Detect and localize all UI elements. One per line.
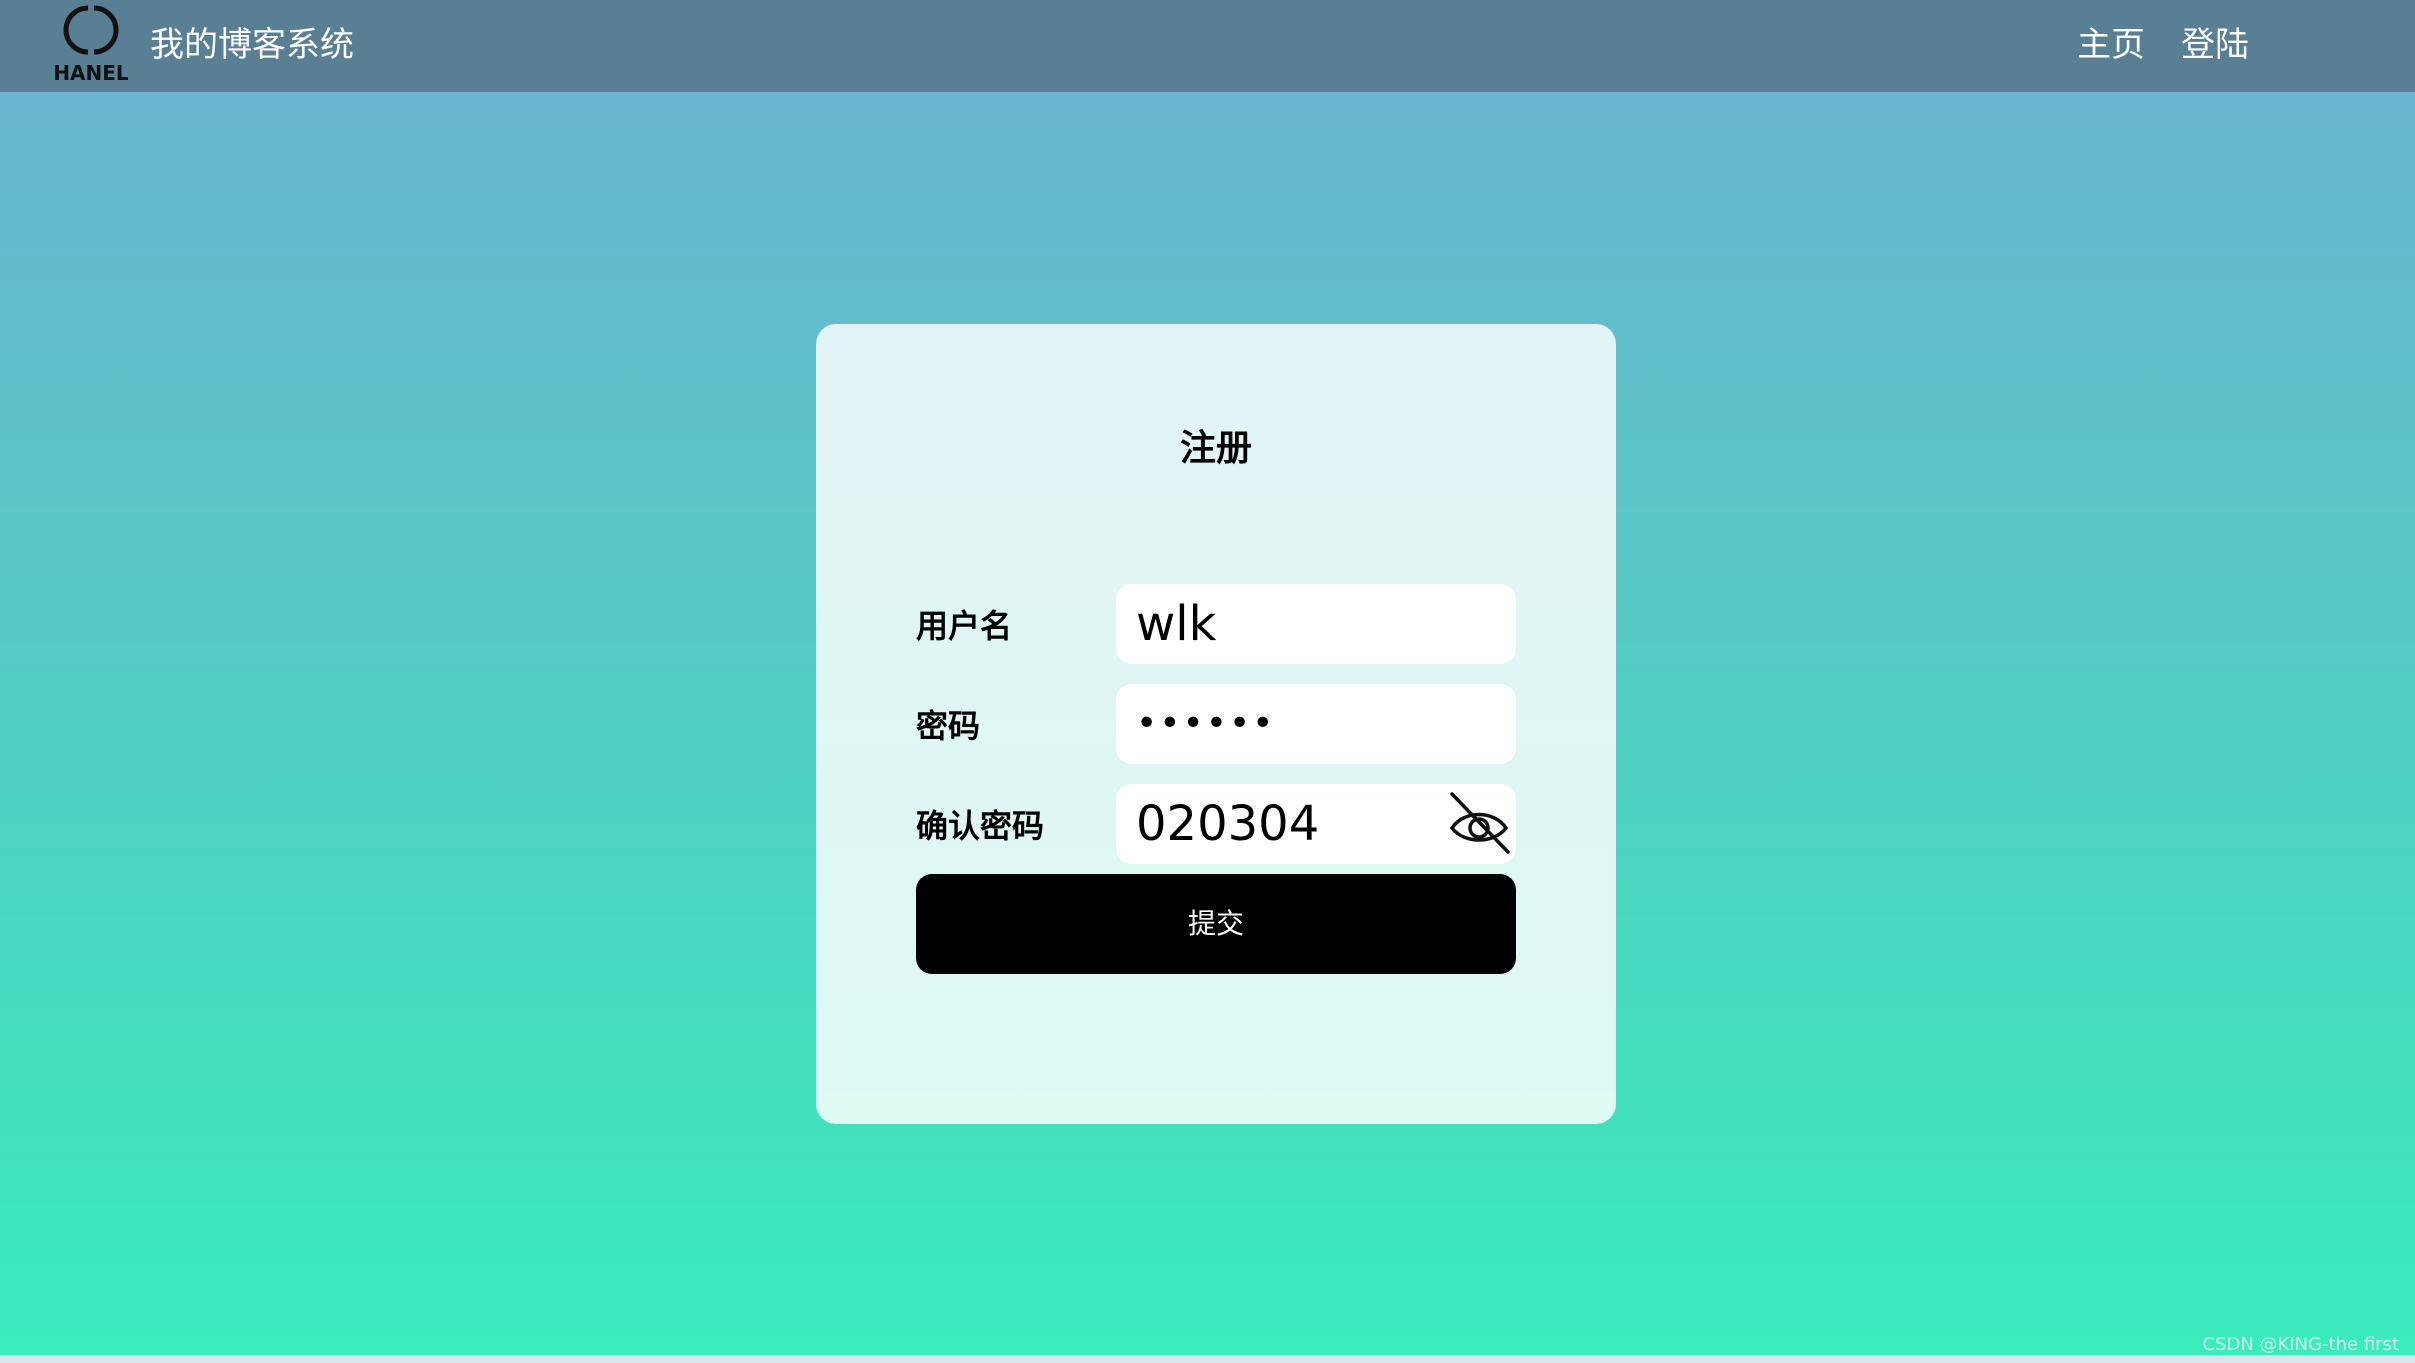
submit-button[interactable]: 提交 [916, 874, 1516, 974]
chanel-logo-icon[interactable]: HANEL [54, 2, 128, 84]
password-label: 密码 [916, 707, 981, 745]
site-title: 我的博客系统 [150, 25, 354, 65]
confirm-password-input[interactable]: 020304 [1116, 784, 1516, 864]
confirm-password-label: 确认密码 [916, 807, 1045, 845]
watermark: CSDN @KING-the first [2202, 1334, 2400, 1355]
register-title: 注册 [1179, 428, 1252, 469]
confirm-password-value: 020304 [1136, 796, 1320, 852]
username-label: 用户名 [916, 607, 1013, 645]
password-input[interactable]: •••••• [1116, 684, 1516, 764]
register-card: 注册 用户名 wlk 密码 •••••• 确认密码 020304 提交 [816, 324, 1616, 1124]
bottom-scrollbar [0, 1355, 2415, 1363]
navbar: HANEL 我的博客系统 主页 登陆 [0, 0, 2415, 92]
username-input[interactable]: wlk [1116, 584, 1516, 664]
nav-link-login[interactable]: 登陆 [2181, 22, 2249, 68]
logo-text: HANEL [54, 61, 128, 84]
password-value: •••••• [1136, 703, 1276, 744]
username-value: wlk [1136, 596, 1217, 652]
nav-link-home[interactable]: 主页 [2077, 22, 2145, 68]
eye-off-icon[interactable] [1446, 790, 1512, 856]
